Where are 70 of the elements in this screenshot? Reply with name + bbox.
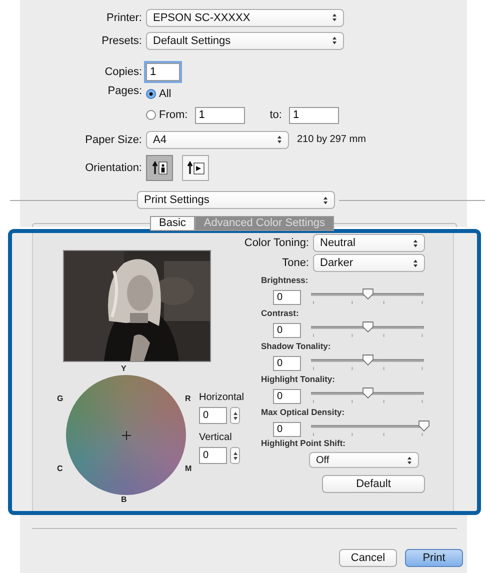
number-field[interactable]: 0 <box>199 407 227 424</box>
color-axis-label: R <box>185 394 191 404</box>
slider-thumb[interactable] <box>362 321 374 333</box>
color-toning-popup[interactable]: Neutral <box>313 234 425 252</box>
field-label: to: <box>270 109 282 121</box>
field-label: Pages: <box>106 85 142 97</box>
presets-popup[interactable]: Default Settings <box>146 32 344 50</box>
landscape-page-icon <box>186 161 204 175</box>
radio-button[interactable] <box>146 89 156 99</box>
up-down-arrows-icon <box>323 196 328 204</box>
copies-field[interactable]: 1 <box>146 62 180 80</box>
slider-label: Brightness: <box>261 275 310 285</box>
up-down-arrows-icon <box>332 36 337 45</box>
slider-thumb[interactable] <box>418 420 430 432</box>
slider-value-field[interactable]: 0 <box>273 290 301 304</box>
field-label: Highlight Point Shift: <box>261 438 347 448</box>
stepper-arrows-icon <box>232 450 238 460</box>
field-label: Printer: <box>106 12 142 24</box>
print-button[interactable]: Print <box>405 549 463 567</box>
stepper[interactable] <box>230 407 240 424</box>
field-label: Color Toning: <box>244 237 309 249</box>
up-down-arrows-icon <box>332 13 337 22</box>
field-label: Orientation: <box>84 162 142 174</box>
field-label: Horizontal <box>199 392 244 403</box>
field-label: Paper Size: <box>84 134 142 146</box>
to-field[interactable]: 1 <box>288 106 339 124</box>
color-axis-label: G <box>57 394 64 404</box>
slider-value-field[interactable]: 0 <box>273 422 301 436</box>
color-axis-label: C <box>57 464 63 474</box>
from-field[interactable]: 1 <box>194 106 245 124</box>
tone-popup[interactable]: Darker <box>313 254 425 272</box>
slider-label: Shadow Tonality: <box>261 341 332 351</box>
field-label: Vertical <box>199 432 233 443</box>
slider-value-field[interactable]: 0 <box>273 322 301 338</box>
radio-label: All <box>159 88 172 100</box>
cancel-button[interactable]: Cancel <box>339 549 397 567</box>
paper-size-popup[interactable]: A4 <box>146 130 289 148</box>
default-button[interactable]: Default <box>322 475 425 493</box>
color-axis-label: B <box>121 495 127 505</box>
crosshair-icon <box>122 430 130 440</box>
slider-thumb[interactable] <box>362 288 374 300</box>
slider-label: Contrast: <box>261 308 300 318</box>
slider-label: Max Optical Density: <box>261 407 346 417</box>
color-axis-label: Y <box>121 364 126 374</box>
number-field[interactable]: 0 <box>199 447 227 464</box>
field-label: Copies: <box>104 66 142 78</box>
paper-dimensions: 210 by 297 mm <box>297 134 366 145</box>
slider-label: Highlight Tonality: <box>261 374 336 384</box>
printer-popup[interactable]: EPSON SC-XXXXX <box>146 8 344 26</box>
section-popup[interactable]: Print Settings <box>137 191 335 209</box>
highlight-point-shift-popup[interactable]: Off <box>309 452 419 468</box>
up-down-arrows-icon <box>413 258 418 268</box>
stepper[interactable] <box>230 447 240 464</box>
slider-thumb[interactable] <box>362 387 374 399</box>
up-down-arrows-icon <box>277 135 282 144</box>
field-label: Presets: <box>100 34 142 46</box>
orientation-button[interactable] <box>182 155 209 181</box>
stepper-arrows-icon <box>232 410 238 420</box>
field-label: Tone: <box>282 257 309 269</box>
radio-label: From: <box>159 109 188 121</box>
orientation-button[interactable] <box>146 155 173 181</box>
portrait-page-icon <box>152 161 168 175</box>
slider-value-field[interactable]: 0 <box>273 388 301 404</box>
up-down-arrows-icon <box>407 456 412 464</box>
up-down-arrows-icon <box>413 238 418 248</box>
color-axis-label: M <box>185 464 192 474</box>
slider-value-field[interactable]: 0 <box>273 356 301 370</box>
slider-thumb[interactable] <box>362 354 374 366</box>
radio-button[interactable] <box>146 110 156 120</box>
tab[interactable]: Basic <box>150 216 195 231</box>
